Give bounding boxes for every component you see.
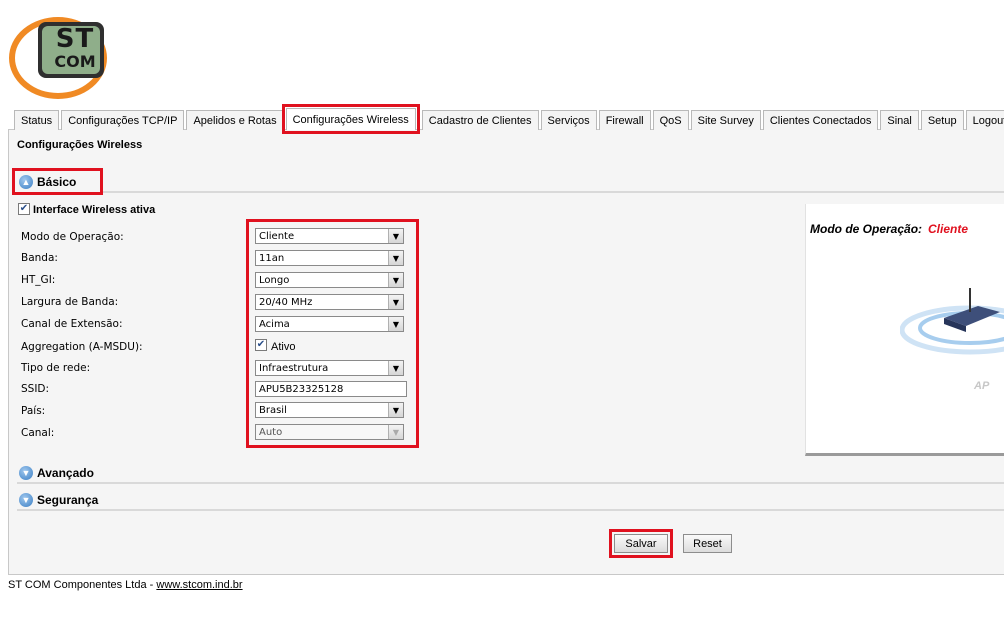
band-select[interactable]: 11an ▼ (255, 250, 404, 266)
tab-logout[interactable]: Logout (965, 110, 1004, 130)
network-type-select[interactable]: Infraestrutura ▼ (255, 360, 404, 376)
tab-qos[interactable]: QoS (652, 110, 689, 130)
section-basic[interactable]: Básico (37, 175, 76, 189)
main-tabs: Status Configurações TCP/IP Apelidos e R… (14, 104, 1004, 134)
band-select-value: 11an (259, 252, 285, 264)
ht-gi-select[interactable]: Longo ▼ (255, 272, 404, 288)
aggregation-label: Aggregation (A-MSDU): (21, 341, 143, 353)
reset-button[interactable]: Reset (683, 534, 732, 553)
footer-company: ST COM Componentes Ltda - (8, 579, 157, 591)
ht-gi-select-value: Longo (259, 274, 290, 286)
ext-channel-select[interactable]: Acima ▼ (255, 316, 404, 332)
router-icon (899, 282, 1004, 362)
chevron-down-icon: ▼ (388, 317, 403, 331)
tab-setup[interactable]: Setup (920, 110, 964, 130)
mode-panel-value: Cliente (928, 222, 969, 236)
chevron-down-icon: ▼ (388, 251, 403, 265)
country-select-value: Brasil (259, 404, 287, 416)
ht-gi-label: HT_GI: (21, 274, 56, 286)
stcom-logo: ST COM (8, 10, 118, 100)
bandwidth-label: Largura de Banda: (21, 296, 119, 308)
band-label: Banda: (21, 252, 58, 264)
channel-select-value: Auto (259, 426, 283, 438)
mode-label: Modo de Operação: (21, 231, 124, 243)
tab-aliases-routes[interactable]: Apelidos e Rotas (186, 110, 284, 130)
collapse-up-icon[interactable]: ▲ (19, 175, 33, 189)
aggregation-checkbox[interactable]: ✔ (255, 339, 267, 351)
tab-site-survey[interactable]: Site Survey (690, 110, 761, 130)
ext-channel-select-value: Acima (259, 318, 290, 330)
chevron-down-icon: ▼ (388, 229, 403, 243)
wireless-active-checkbox[interactable]: ✔ (18, 203, 30, 215)
country-select[interactable]: Brasil ▼ (255, 402, 404, 418)
bandwidth-select-value: 20/40 MHz (259, 296, 313, 308)
footer: ST COM Componentes Ltda - www.stcom.ind.… (8, 579, 243, 591)
tab-firewall[interactable]: Firewall (598, 110, 651, 130)
tab-wireless[interactable]: Configurações Wireless (281, 104, 420, 134)
expand-down-icon[interactable]: ▼ (19, 493, 33, 507)
network-type-label: Tipo de rede: (21, 362, 91, 374)
channel-select[interactable]: Auto ▼ (255, 424, 404, 440)
tab-signal[interactable]: Sinal (880, 110, 919, 130)
ssid-input[interactable]: APU5B23325128 (255, 381, 407, 397)
ssid-label: SSID: (21, 383, 50, 395)
mode-panel-title: Modo de Operação: Cliente (810, 222, 968, 236)
divider (17, 482, 1004, 484)
channel-label: Canal: (21, 427, 55, 439)
section-security[interactable]: Segurança (37, 493, 98, 507)
ap-label: AP (974, 380, 990, 392)
page-title: Configurações Wireless (17, 139, 143, 151)
chevron-down-icon: ▼ (388, 403, 403, 417)
divider (17, 509, 1004, 511)
aggregation-checkbox-label: Ativo (271, 341, 296, 353)
mode-panel-label: Modo de Operação: (810, 222, 923, 236)
chevron-down-icon: ▼ (388, 425, 403, 439)
tab-connected-clients[interactable]: Clientes Conectados (762, 110, 879, 130)
logo-text-bottom: COM (54, 52, 96, 71)
tab-services[interactable]: Serviços (540, 110, 597, 130)
tab-tcpip[interactable]: Configurações TCP/IP (61, 110, 185, 130)
save-button[interactable]: Salvar (614, 534, 668, 553)
ext-channel-label: Canal de Extensão: (21, 318, 123, 330)
mode-select-value: Cliente (259, 230, 295, 242)
mode-select[interactable]: Cliente ▼ (255, 228, 404, 244)
expand-down-icon[interactable]: ▼ (19, 466, 33, 480)
section-advanced[interactable]: Avançado (37, 466, 94, 480)
tab-clients-registry[interactable]: Cadastro de Clientes (421, 110, 539, 130)
bandwidth-select[interactable]: 20/40 MHz ▼ (255, 294, 404, 310)
chevron-down-icon: ▼ (388, 295, 403, 309)
country-label: País: (21, 405, 46, 417)
wireless-active-label: Interface Wireless ativa (33, 204, 156, 216)
logo-text-top: ST (55, 24, 95, 54)
tab-status[interactable]: Status (14, 110, 60, 130)
footer-link[interactable]: www.stcom.ind.br (156, 579, 242, 591)
chevron-down-icon: ▼ (388, 361, 403, 375)
chevron-down-icon: ▼ (388, 273, 403, 287)
divider (103, 191, 1004, 193)
network-type-select-value: Infraestrutura (259, 362, 329, 374)
